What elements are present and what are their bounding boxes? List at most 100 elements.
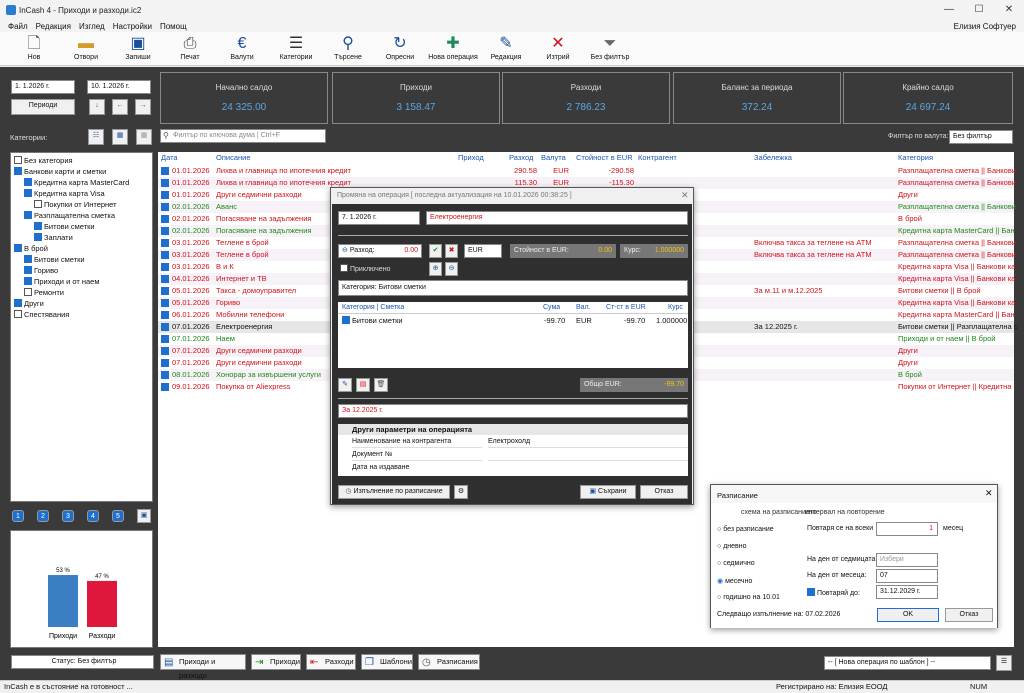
save-op-button[interactable]: ▣ Съхрани — [580, 485, 636, 499]
no-filter-button[interactable]: ⏷ Без филтър — [586, 34, 634, 64]
row-checkbox[interactable] — [161, 263, 169, 271]
status-filter-select[interactable]: Статус: Без филтър — [11, 655, 154, 669]
repeat-until-field[interactable]: 31.12.2029 г. — [876, 585, 938, 599]
op-date-field[interactable]: 7. 1.2026 г. — [338, 211, 420, 225]
checkbox[interactable] — [24, 255, 32, 263]
save-button[interactable]: ▣ Запиши — [116, 34, 160, 64]
arrow-down-icon[interactable]: ↓ — [89, 99, 105, 115]
settings-list-icon[interactable]: ☰ — [996, 655, 1012, 671]
document-no-field[interactable] — [488, 449, 688, 461]
checkbox[interactable] — [24, 211, 32, 219]
checkbox[interactable] — [24, 266, 32, 274]
repeat-every-field[interactable]: 1 — [876, 522, 938, 536]
gear-icon[interactable]: ⚙ — [454, 485, 468, 499]
tree-item[interactable]: Кредитна карта Visa — [24, 189, 105, 199]
row-checkbox[interactable] — [161, 239, 169, 247]
op-description-field[interactable]: Електроенергия — [426, 211, 688, 225]
issue-date-field[interactable] — [488, 462, 688, 474]
dialog-close-icon[interactable]: ✕ — [681, 190, 689, 201]
checkbox[interactable] — [24, 189, 32, 197]
tree-item[interactable]: Покупки от Интернет — [34, 200, 117, 210]
radio-yearly[interactable]: ○ годишно на 10.01 — [717, 594, 780, 601]
tree-item[interactable]: Битови сметки — [24, 255, 85, 265]
row-checkbox[interactable] — [161, 179, 169, 187]
trash-icon[interactable]: 🗑 — [374, 378, 388, 392]
delete-button[interactable]: ✕ Изтрий — [536, 34, 580, 64]
category-tree[interactable]: Без категория Банкови карти и сметки Креди… — [10, 152, 153, 502]
checkbox[interactable] — [34, 233, 42, 241]
menu-edit[interactable]: Редакция — [36, 22, 71, 31]
arrow-right-icon[interactable]: → — [135, 99, 151, 115]
row-checkbox[interactable] — [161, 191, 169, 199]
periods-button[interactable]: Периоди — [11, 99, 75, 115]
column-header[interactable]: Забележка — [754, 152, 792, 164]
column-header[interactable]: Дата — [161, 152, 178, 164]
refresh-button[interactable]: ↻ Опресни — [378, 34, 422, 64]
row-checkbox[interactable] — [161, 287, 169, 295]
column-header[interactable]: Валута — [541, 152, 566, 164]
view-5-button[interactable]: 5 — [112, 510, 124, 522]
column-header[interactable]: Контрагент — [638, 152, 677, 164]
categories-button[interactable]: ☰ Категории — [272, 34, 320, 64]
tree-item[interactable]: В брой — [14, 244, 48, 254]
radio-weekly[interactable]: ○ седмично — [717, 560, 755, 567]
checkbox[interactable] — [14, 299, 22, 307]
arrow-left-icon[interactable]: ← — [112, 99, 128, 115]
checkbox[interactable] — [34, 200, 42, 208]
row-checkbox[interactable] — [161, 275, 169, 283]
tree-item[interactable]: Заплати — [34, 233, 73, 243]
tree-item[interactable]: Разплащателна сметка — [24, 211, 115, 221]
schedule-ok-button[interactable]: OK — [877, 608, 939, 622]
remove-split-icon[interactable]: ⊖ — [445, 262, 458, 276]
checkbox[interactable] — [24, 178, 32, 186]
new-button[interactable]: 🗋 Нов — [12, 34, 56, 64]
radio-daily[interactable]: ○ дневно — [717, 543, 747, 550]
row-checkbox[interactable] — [161, 323, 169, 331]
schedule-close-icon[interactable]: ✕ — [985, 488, 993, 499]
grid-view-icon[interactable]: ▦ — [112, 129, 128, 145]
closed-checkbox[interactable]: Приключено — [340, 264, 390, 273]
row-checkbox[interactable] — [161, 167, 169, 175]
menu-help[interactable]: Помощ — [160, 22, 187, 31]
params-panel[interactable]: Други параметри на операцията Наименован… — [338, 424, 688, 476]
view-2-button[interactable]: 2 — [37, 510, 49, 522]
currency-select[interactable]: EUR — [464, 244, 502, 258]
row-checkbox[interactable] — [161, 371, 169, 379]
counterparty-field[interactable]: Електрохолд — [488, 436, 688, 448]
tree-item[interactable]: Банкови карти и сметки — [14, 167, 106, 177]
row-checkbox[interactable] — [161, 347, 169, 355]
date-to-field[interactable]: 10. 1.2026 г. — [87, 80, 151, 94]
column-header[interactable]: Разход — [509, 152, 533, 164]
row-checkbox[interactable] — [161, 359, 169, 367]
repeat-until-checkbox[interactable]: Повтаряй до: — [807, 588, 860, 597]
row-checkbox[interactable] — [161, 203, 169, 211]
note-field[interactable]: За 12.2025 г. — [338, 404, 688, 418]
tree-item[interactable]: Битови сметки — [34, 222, 95, 232]
maximize-icon[interactable]: ☐ — [964, 0, 994, 20]
tile-view-icon[interactable]: ▦ — [136, 129, 152, 145]
tree-item[interactable]: Спестявания — [14, 310, 69, 320]
expense-field[interactable]: ⊖ Разход: 0.00 — [338, 244, 422, 258]
date-from-field[interactable]: 1. 1.2026 г. — [11, 80, 75, 94]
tab-income-expense[interactable]: ▤ Приходи и разходи — [160, 654, 246, 680]
row-checkbox[interactable] — [161, 311, 169, 319]
checkbox[interactable] — [24, 288, 32, 296]
column-header[interactable]: Стойност в EUR — [576, 152, 633, 164]
view-1-button[interactable]: 1 — [12, 510, 24, 522]
row-checkbox[interactable] — [161, 299, 169, 307]
add-split-icon[interactable]: ⊕ — [429, 262, 442, 276]
keyword-filter-input[interactable]: Филтър по ключова дума | Ctrl+F — [160, 129, 326, 143]
checkbox[interactable] — [14, 156, 22, 164]
radio-none[interactable]: ○ без разписание — [717, 526, 774, 533]
tree-item[interactable]: Гориво — [24, 266, 58, 276]
tab-schedules[interactable]: ◷ Разписания — [418, 654, 480, 670]
menu-view[interactable]: Изглед — [79, 22, 105, 31]
weekday-select[interactable]: Избери — [876, 553, 938, 567]
tab-income[interactable]: ⇥ Приходи — [251, 654, 301, 670]
checkbox[interactable] — [14, 244, 22, 252]
calc-icon[interactable]: ▤ — [356, 378, 370, 392]
radio-monthly[interactable]: ◉ месечно — [717, 577, 752, 585]
tree-item[interactable]: Други — [14, 299, 44, 309]
column-header[interactable]: Приход — [458, 152, 484, 164]
category-field[interactable]: Категория: Битови сметки — [338, 280, 688, 296]
